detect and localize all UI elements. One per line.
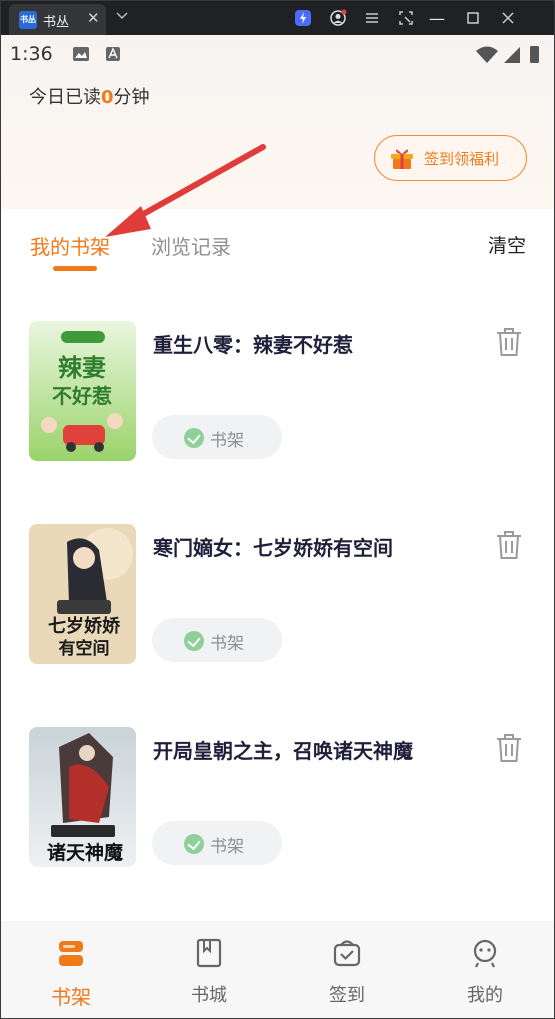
shelf-label: 书架 (210, 431, 244, 451)
tab-browse-history[interactable]: 浏览记录 (151, 231, 231, 260)
minimize-icon[interactable]: — (429, 9, 447, 28)
nav-label: 我的 (467, 985, 503, 1006)
nav-profile[interactable]: 我的 (445, 921, 525, 1018)
trash-icon[interactable] (494, 326, 524, 358)
signin-label: 签到领福利 (424, 150, 500, 168)
book-icon (196, 938, 222, 968)
read-suffix: 分钟 (113, 87, 150, 108)
trash-icon[interactable] (494, 732, 524, 764)
bottom-navigation: 书架 书城 签到 我的 (1, 921, 554, 1018)
book-item[interactable]: 辣妻 不好惹 重生八零：辣妻不好惹 书架 (1, 321, 554, 471)
close-icon[interactable] (499, 9, 517, 27)
app-window: 书丛 书丛 ✕ — 1:36 今日已读0分钟 签到领福利 我的书架 浏览记录 清… (0, 0, 555, 1019)
on-shelf-tag: 书架 (152, 821, 282, 865)
svg-text:有空间: 有空间 (59, 638, 110, 659)
browser-tab[interactable]: 书丛 书丛 ✕ (9, 4, 106, 35)
svg-text:诸天神魔: 诸天神魔 (47, 841, 124, 864)
check-icon (184, 631, 204, 651)
book-cover[interactable]: 七岁娇娇 有空间 (29, 524, 136, 664)
trash-icon[interactable] (494, 529, 524, 561)
menu-icon[interactable] (363, 9, 381, 27)
gift-icon (389, 146, 415, 170)
nav-bookshelf[interactable]: 书架 (31, 921, 111, 1018)
tab-close-icon[interactable]: ✕ (87, 9, 100, 27)
lightning-icon[interactable] (294, 9, 312, 27)
clear-button[interactable]: 清空 (488, 231, 526, 258)
account-icon[interactable] (329, 9, 347, 27)
book-title[interactable]: 重生八零：辣妻不好惹 (153, 329, 353, 358)
nav-label: 签到 (329, 985, 365, 1006)
screenshot-icon[interactable] (397, 9, 415, 27)
app-logo-icon: 书丛 (19, 11, 37, 29)
signin-rewards-button[interactable]: 签到领福利 (374, 135, 527, 181)
book-cover[interactable]: 诸天神魔 (29, 727, 136, 867)
book-title[interactable]: 寒门嫡女：七岁娇娇有空间 (153, 532, 393, 561)
status-system-icons (474, 44, 544, 70)
check-icon (184, 428, 204, 448)
tab-active-indicator (53, 266, 97, 271)
svg-text:辣妻: 辣妻 (58, 354, 106, 382)
nav-label: 书架 (51, 985, 91, 1009)
check-icon (184, 834, 204, 854)
nav-checkin[interactable]: 签到 (307, 921, 387, 1018)
chevron-down-icon[interactable] (115, 8, 129, 22)
shelf-label: 书架 (210, 634, 244, 654)
nav-label: 书城 (191, 985, 227, 1006)
tab-title: 书丛 (43, 15, 70, 30)
svg-text:不好惹: 不好惹 (52, 384, 112, 408)
read-today-text: 今日已读0分钟 (29, 83, 150, 109)
read-minutes: 0 (101, 87, 114, 108)
book-item[interactable]: 七岁娇娇 有空间 寒门嫡女：七岁娇娇有空间 书架 (1, 524, 554, 674)
bookshelf-icon (59, 941, 83, 966)
on-shelf-tag: 书架 (152, 415, 282, 459)
tab-my-bookshelf[interactable]: 我的书架 (30, 231, 110, 260)
read-prefix: 今日已读 (29, 87, 101, 108)
window-titlebar: 书丛 书丛 ✕ — (1, 1, 554, 35)
book-cover[interactable]: 辣妻 不好惹 (29, 321, 136, 461)
on-shelf-tag: 书架 (152, 618, 282, 662)
status-notification-icons (73, 45, 123, 69)
maximize-icon[interactable] (464, 9, 482, 27)
shelf-tabs: 我的书架 浏览记录 清空 (1, 209, 554, 279)
checkin-icon (333, 940, 361, 967)
book-title[interactable]: 开局皇朝之主，召唤诸天神魔 (153, 735, 413, 764)
svg-text:七岁娇娇: 七岁娇娇 (48, 615, 121, 637)
shelf-label: 书架 (210, 837, 244, 857)
book-item[interactable]: 诸天神魔 开局皇朝之主，召唤诸天神魔 书架 (1, 727, 554, 877)
status-time: 1:36 (10, 43, 53, 65)
nav-bookstore[interactable]: 书城 (169, 921, 249, 1018)
profile-icon (473, 939, 497, 968)
reading-header: 1:36 今日已读0分钟 签到领福利 (1, 35, 554, 209)
